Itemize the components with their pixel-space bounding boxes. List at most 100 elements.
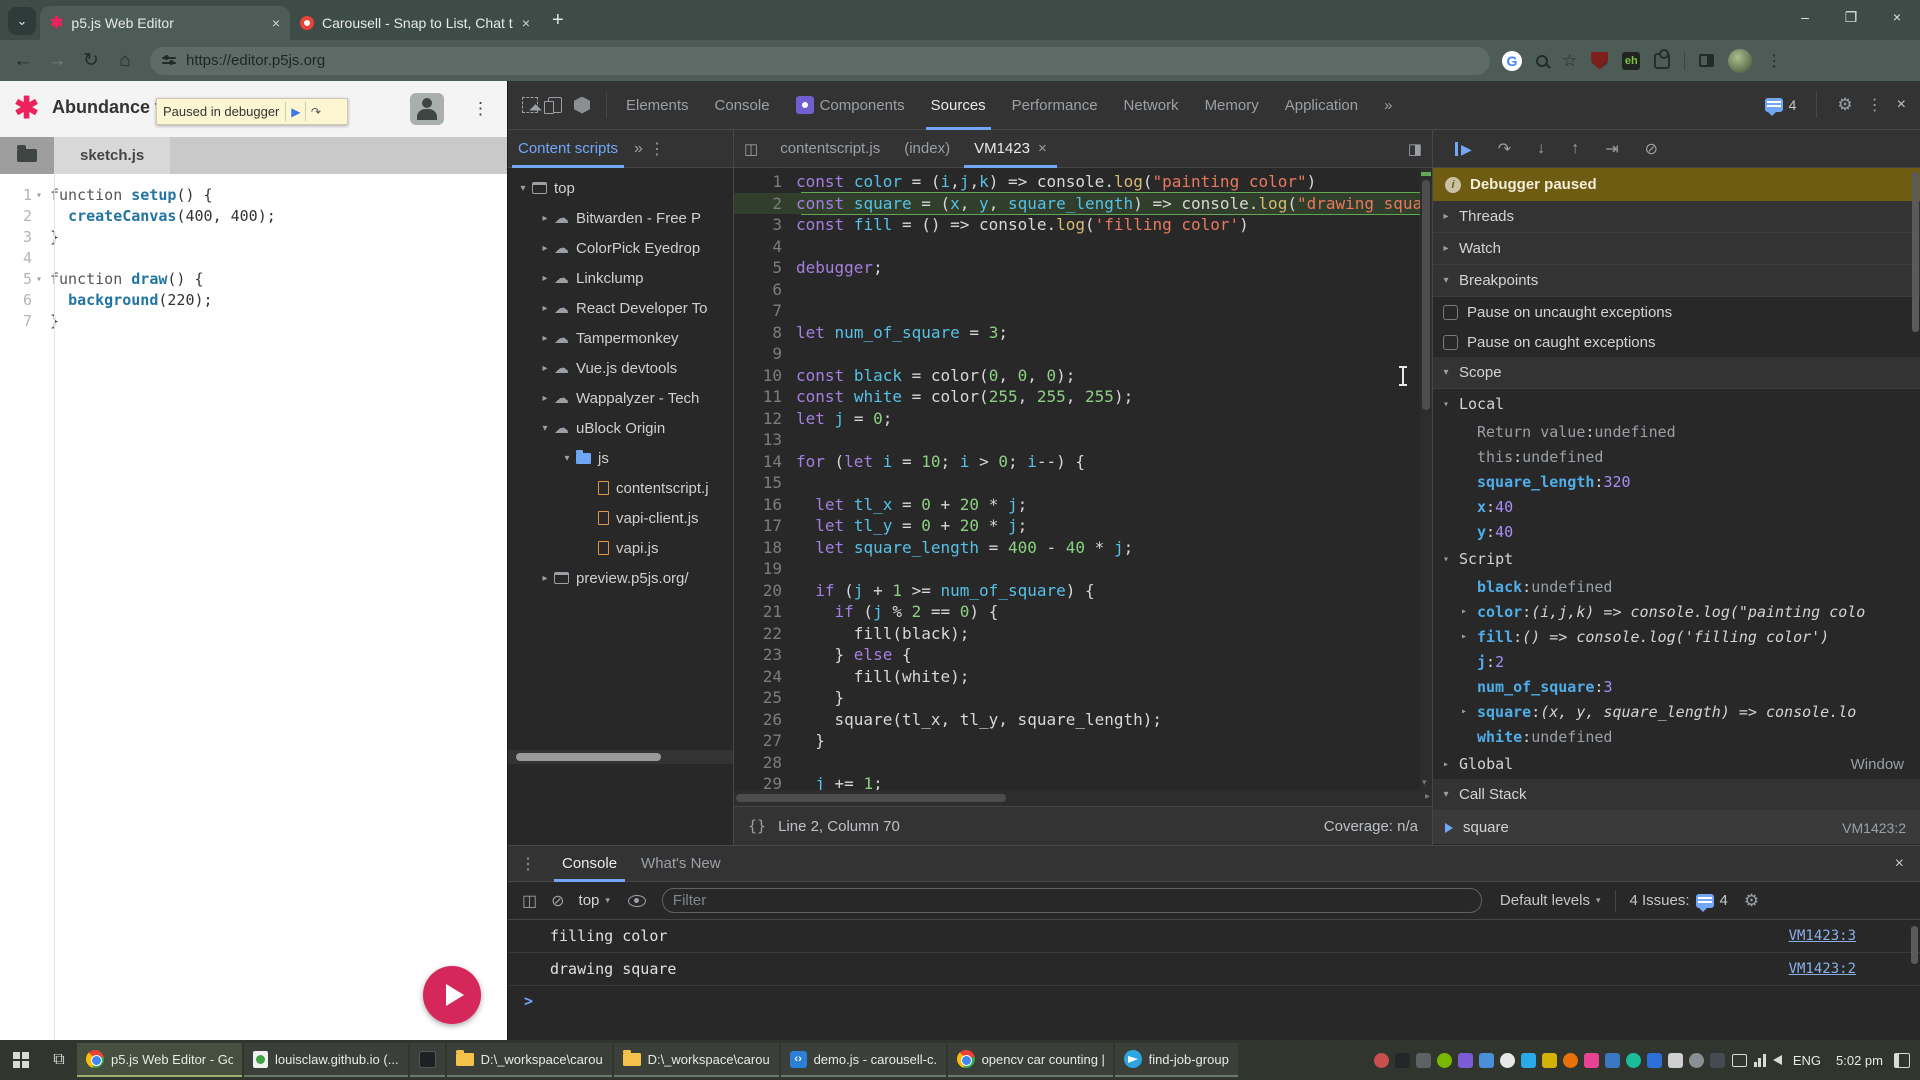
debugger-sidebar-toggle-icon[interactable]: ◨ (1408, 140, 1432, 158)
p5-code-line-7[interactable]: 7} (0, 311, 507, 332)
code-line-6[interactable]: 6 (734, 279, 1432, 301)
source-code-editor[interactable]: 1const color = (i,j,k) => console.log("p… (734, 168, 1432, 790)
code-line-25[interactable]: 25 } (734, 687, 1432, 709)
step-into-icon[interactable]: ↓ (1537, 140, 1545, 158)
taskbar-item-5[interactable]: ‹›demo.js - carousell-c... (781, 1043, 946, 1077)
tab-close-icon[interactable]: × (1038, 140, 1047, 157)
devtools-tab-elements[interactable]: Elements (613, 81, 702, 130)
profile-avatar[interactable] (1728, 49, 1752, 73)
p5-code-line-1[interactable]: 1▾function setup() { (0, 185, 507, 206)
taskbar-item-0[interactable]: p5.js Web Editor - Go... (77, 1043, 242, 1077)
devtools-close-icon[interactable]: × (1897, 96, 1906, 114)
site-settings-icon[interactable] (162, 56, 176, 66)
devtools-tab-network[interactable]: Network (1111, 81, 1192, 130)
scope-prop-j[interactable]: j: 2 (1433, 649, 1920, 674)
navigator-hscrollbar[interactable] (508, 750, 734, 764)
taskbar-item-3[interactable]: D:\_workspace\carou... (447, 1043, 612, 1077)
scope-prop-black[interactable]: black: undefined (1433, 574, 1920, 599)
tray-mini-icon-9[interactable] (1563, 1053, 1578, 1068)
file-tab-vm1423[interactable]: VM1423× (962, 130, 1059, 168)
forward-button[interactable]: → (40, 50, 74, 72)
tray-mini-icon-6[interactable] (1500, 1053, 1515, 1068)
scope-prop-y[interactable]: y: 40 (1433, 519, 1920, 544)
code-line-7[interactable]: 7 (734, 300, 1432, 322)
code-line-16[interactable]: 16 let tl_x = 0 + 20 * j; (734, 494, 1432, 516)
tree-item-vapi-js[interactable]: vapi.js (508, 533, 733, 563)
code-line-23[interactable]: 23 } else { (734, 644, 1432, 666)
bookmark-star-icon[interactable]: ☆ (1562, 51, 1577, 71)
p5-code-line-4[interactable]: 4 (0, 248, 507, 269)
taskbar-item-1[interactable]: louisclaw.github.io (... (244, 1043, 408, 1077)
issues-counter[interactable]: 4 Issues:4 (1630, 892, 1728, 909)
devtools-menu-icon[interactable]: ⋮ (1867, 95, 1883, 115)
code-line-18[interactable]: 18 let square_length = 400 - 40 * j; (734, 537, 1432, 559)
code-line-17[interactable]: 17 let tl_y = 0 + 20 * j; (734, 515, 1432, 537)
scope-prop-square[interactable]: ▸square: (x, y, square_length) => consol… (1433, 699, 1920, 724)
console-scrollbar[interactable] (1911, 926, 1918, 964)
code-line-14[interactable]: 14for (let i = 10; i > 0; i--) { (734, 451, 1432, 473)
code-line-12[interactable]: 12let j = 0; (734, 408, 1432, 430)
context-selector[interactable]: top▾ (579, 892, 610, 909)
scope-prop-square_length[interactable]: square_length: 320 (1433, 469, 1920, 494)
tray-mini-icon-4[interactable] (1458, 1053, 1473, 1068)
scope-prop-num_of_square[interactable]: num_of_square: 3 (1433, 674, 1920, 699)
p5-code-line-3[interactable]: 3} (0, 227, 507, 248)
new-tab-button[interactable]: + (552, 9, 564, 32)
notification-center-icon[interactable] (1894, 1053, 1910, 1068)
taskbar-item-4[interactable]: D:\_workspace\carou... (614, 1043, 779, 1077)
pretty-print-icon[interactable]: {} (748, 817, 766, 835)
section-scope[interactable]: ▾Scope (1433, 357, 1920, 389)
tree-item-ublock-origin[interactable]: ▾☁uBlock Origin (508, 413, 733, 443)
p5-code-line-6[interactable]: 6 background(220); (0, 290, 507, 311)
code-line-27[interactable]: 27 } (734, 730, 1432, 752)
code-line-21[interactable]: 21 if (j % 2 == 0) { (734, 601, 1432, 623)
console-message-1[interactable]: drawing squareVM1423:2 (508, 953, 1920, 986)
frame-location-link[interactable]: VM1423:2 (1842, 820, 1920, 836)
url-text[interactable]: https://editor.p5js.org (186, 52, 325, 69)
p5-logo-icon[interactable]: ✱ (14, 91, 39, 126)
tab-content-scripts[interactable]: Content scripts (508, 130, 628, 168)
devtools-tab-sources[interactable]: Sources (918, 81, 999, 130)
p5-code-line-5[interactable]: 5▾function draw() { (0, 269, 507, 290)
code-line-10[interactable]: 10const black = color(0, 0, 0); (734, 365, 1432, 387)
tray-mini-icon-8[interactable] (1542, 1053, 1557, 1068)
tray-mini-icon-12[interactable] (1626, 1053, 1641, 1068)
tree-item-colorpick-eyedrop[interactable]: ▸☁ColorPick Eyedrop (508, 233, 733, 263)
zoom-icon[interactable] (1536, 55, 1548, 67)
tree-item-preview-p5js-org-[interactable]: ▸preview.p5js.org/ (508, 563, 733, 593)
p5-files-panel-button[interactable] (0, 137, 54, 174)
section-script[interactable]: ▾Script (1433, 544, 1920, 574)
issues-icon[interactable] (1765, 98, 1783, 112)
code-line-13[interactable]: 13 (734, 429, 1432, 451)
deactivate-breakpoints-icon[interactable]: ⊘ (1645, 139, 1658, 159)
tree-item-js[interactable]: ▾js (508, 443, 733, 473)
tray-mini-icon-5[interactable] (1479, 1053, 1494, 1068)
start-button[interactable] (0, 1040, 42, 1080)
tray-mini-icon-16[interactable] (1710, 1053, 1725, 1068)
message-source-link[interactable]: VM1423:3 (1789, 928, 1920, 944)
checkbox-pause-on-caught-exceptions[interactable]: Pause on caught exceptions (1433, 327, 1920, 357)
network-icon[interactable] (1754, 1054, 1766, 1067)
code-line-20[interactable]: 20 if (j + 1 >= num_of_square) { (734, 580, 1432, 602)
maximize-button[interactable]: ❐ (1828, 9, 1874, 26)
p5-code-line-2[interactable]: 2 createCanvas(400, 400); (0, 206, 507, 227)
tray-mini-icon-13[interactable] (1647, 1053, 1662, 1068)
code-line-9[interactable]: 9 (734, 343, 1432, 365)
tray-mini-icon-11[interactable] (1605, 1053, 1620, 1068)
drawer-close-icon[interactable]: × (1895, 855, 1920, 873)
code-line-4[interactable]: 4 (734, 236, 1432, 258)
tree-item-top[interactable]: ▾top (508, 173, 733, 203)
tray-mini-icon-10[interactable] (1584, 1053, 1599, 1068)
volume-icon[interactable] (1773, 1055, 1782, 1065)
scope-prop-white[interactable]: white: undefined (1433, 724, 1920, 749)
section-breakpoints[interactable]: ▾Breakpoints (1433, 265, 1920, 297)
resume-script-icon[interactable]: ▶ (1455, 142, 1472, 156)
drawer-menu-icon[interactable]: ⋮ (520, 854, 536, 874)
section-global[interactable]: ▸GlobalWindow (1433, 749, 1920, 779)
tab-close-icon[interactable]: × (522, 15, 530, 31)
browser-tab-0[interactable]: ✱p5.js Web Editor× (40, 6, 290, 40)
tray-window-icon[interactable] (1732, 1054, 1747, 1067)
google-icon[interactable]: G (1502, 51, 1522, 71)
tray-mini-icon-2[interactable] (1416, 1053, 1431, 1068)
console-settings-icon[interactable]: ⚙ (1744, 891, 1759, 911)
